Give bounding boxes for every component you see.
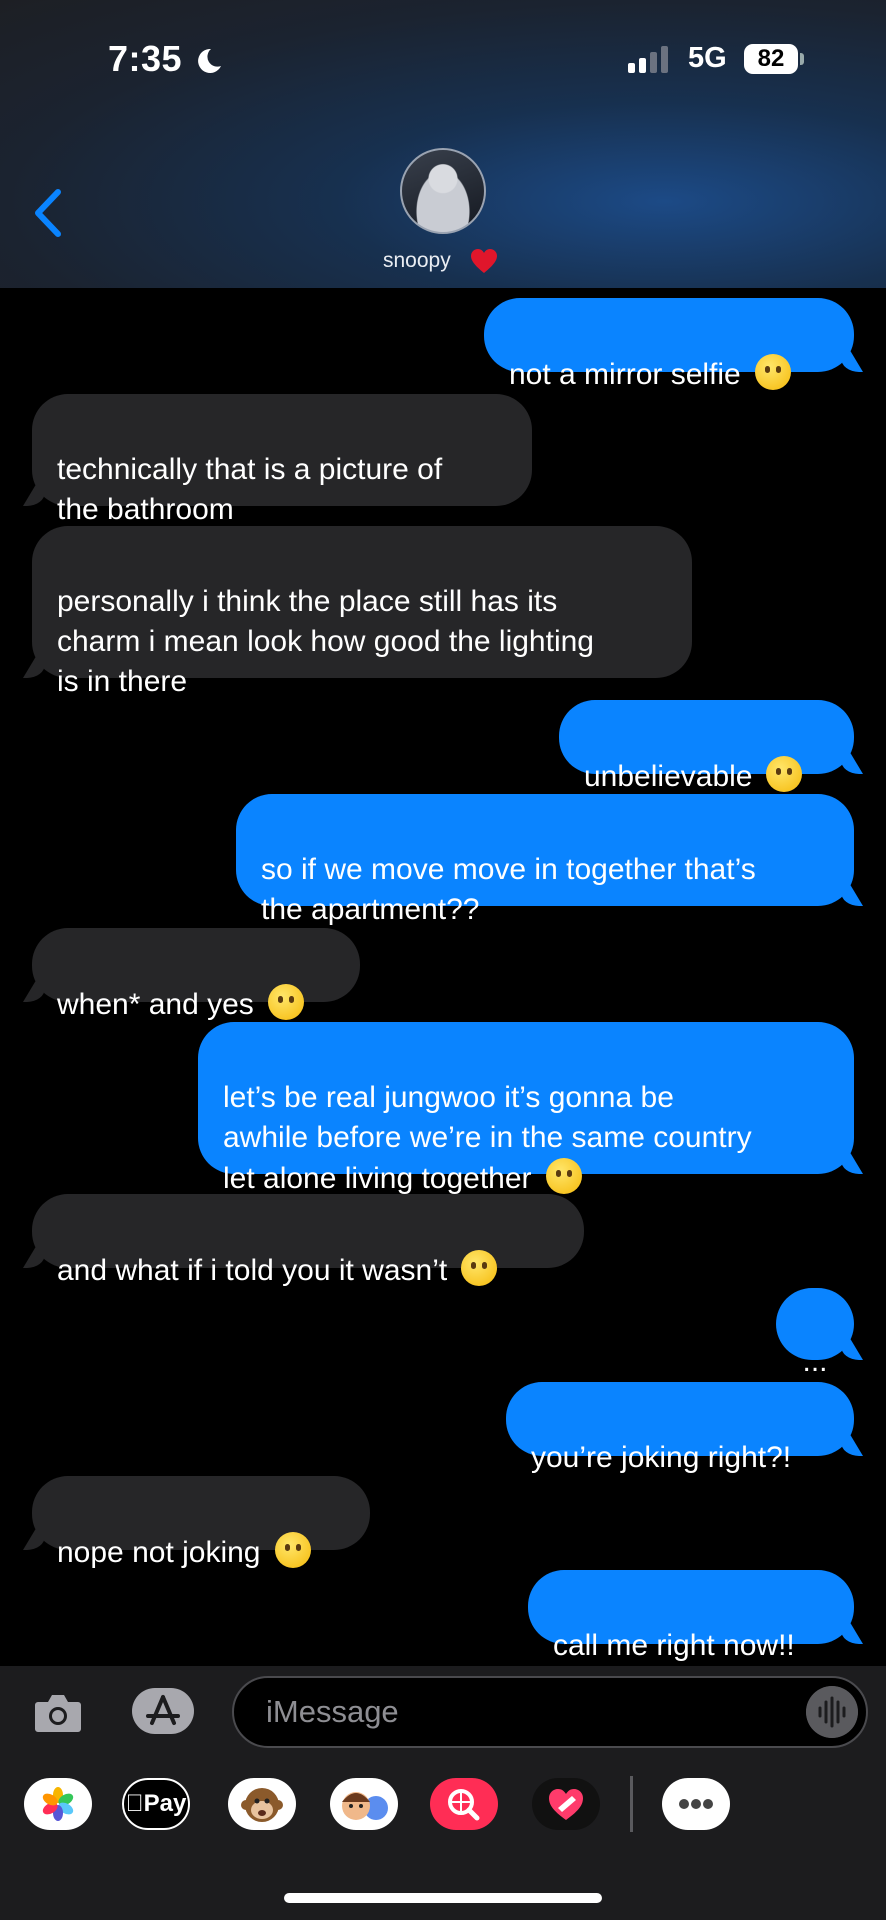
neutral-face-emoji-icon xyxy=(754,354,791,390)
message-bubble-received[interactable]: personally i think the place still has i… xyxy=(32,526,692,698)
crying-face-emoji-icon xyxy=(766,756,803,792)
battery-icon xyxy=(800,53,804,65)
memoji-icon[interactable] xyxy=(330,1778,398,1830)
heart-digital-touch-icon[interactable] xyxy=(532,1778,600,1830)
apple-logo-icon:  xyxy=(126,1790,144,1817)
status-time: 7:35 xyxy=(108,38,183,79)
camera-icon[interactable] xyxy=(34,1690,82,1734)
heart-icon xyxy=(471,249,497,273)
back-chevron-icon[interactable] xyxy=(30,188,64,238)
message-text: and what if i told you it wasn’t xyxy=(57,1254,448,1287)
tray-divider xyxy=(630,1776,633,1832)
moon-icon xyxy=(198,48,221,73)
monkey-animoji-icon[interactable] xyxy=(228,1778,296,1830)
message-bubble-sent[interactable]: you’re joking right?! xyxy=(506,1382,854,1474)
apple-pay-label: Pay xyxy=(134,1790,187,1817)
message-bubble-sent[interactable]: let’s be real jungwoo it’s gonna be awhi… xyxy=(198,1022,854,1195)
message-input[interactable]: iMessage xyxy=(232,1676,868,1748)
message-bubble-sent[interactable]: unbelievable xyxy=(559,700,854,793)
contact-avatar[interactable] xyxy=(400,148,486,234)
message-bubble-sent[interactable]: not a mirror selfie xyxy=(484,298,854,391)
message-bubble-received[interactable]: and what if i told you it wasn’t xyxy=(32,1194,584,1287)
message-bubble-sent[interactable]: so if we move move in together that’s th… xyxy=(236,794,854,926)
tongue-face-emoji-icon xyxy=(274,1532,311,1568)
message-bubble-sent[interactable]: call me right now!! xyxy=(528,1570,854,1662)
battery-level: 82 xyxy=(744,44,798,74)
network-type: 5G xyxy=(688,42,727,74)
message-text: you’re joking right?! xyxy=(531,1441,792,1474)
message-text: ... xyxy=(802,1345,828,1378)
message-text: nope not joking xyxy=(57,1536,261,1569)
pensive-face-emoji-icon xyxy=(267,984,304,1020)
audio-waveform-icon[interactable] xyxy=(806,1686,858,1738)
message-bubble-received[interactable]: nope not joking xyxy=(32,1476,370,1569)
contact-name[interactable]: snoopy xyxy=(383,249,451,273)
message-text: when* and yes xyxy=(57,988,254,1021)
app-store-icon[interactable] xyxy=(130,1686,196,1736)
message-text: unbelievable xyxy=(584,760,753,793)
cellular-signal-icon xyxy=(628,46,668,73)
message-text: not a mirror selfie xyxy=(509,358,741,391)
smiling-blush-face-emoji-icon xyxy=(461,1250,498,1286)
bandage-face-emoji-icon xyxy=(545,1158,582,1194)
message-text: call me right now!! xyxy=(553,1629,795,1662)
message-bubble-received[interactable]: technically that is a picture of the bat… xyxy=(32,394,532,526)
message-bubble-received[interactable]: when* and yes xyxy=(32,928,360,1021)
photos-icon[interactable] xyxy=(24,1778,92,1830)
home-indicator[interactable] xyxy=(284,1893,602,1903)
web-search-icon[interactable] xyxy=(430,1778,498,1830)
more-apps-icon[interactable] xyxy=(662,1778,730,1830)
apple-pay-icon[interactable]: Pay xyxy=(122,1778,190,1830)
message-bubble-sent[interactable]: ... xyxy=(776,1288,854,1378)
